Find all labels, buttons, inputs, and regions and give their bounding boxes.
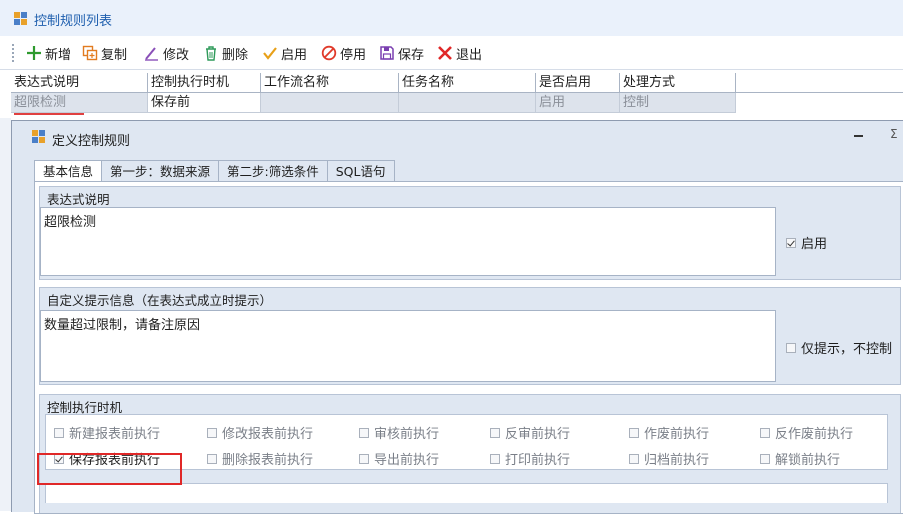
- toolbar: 新增 复制 修改 删除 启用 停用 保存 退出: [0, 36, 903, 70]
- left-edge: [0, 118, 11, 511]
- prompt-only-checkbox[interactable]: 仅提示，不控制: [786, 338, 892, 357]
- option-unaudit[interactable]: 反审前执行: [490, 423, 570, 442]
- option-unvoid[interactable]: 反作废前执行: [760, 423, 853, 442]
- delete-label: 删除: [222, 47, 249, 63]
- save-button[interactable]: 保存: [379, 44, 425, 63]
- disable-button[interactable]: 停用: [321, 44, 367, 63]
- column-header[interactable]: 是否启用: [536, 73, 620, 93]
- checkmark-icon: [263, 47, 277, 60]
- column-header[interactable]: 表达式说明: [11, 73, 148, 93]
- selection-underline: [14, 113, 84, 115]
- copy-icon: [82, 45, 98, 61]
- pencil-icon: [145, 47, 158, 61]
- delete-button[interactable]: 删除: [203, 44, 249, 63]
- floppy-disk-icon: [380, 46, 394, 60]
- exit-button[interactable]: 退出: [437, 44, 483, 63]
- app-icon: [14, 12, 28, 25]
- option-audit[interactable]: 审核前执行: [359, 423, 439, 442]
- prompt-input[interactable]: 数量超过限制，请备注原因: [40, 310, 776, 382]
- option-edit-report[interactable]: 修改报表前执行: [207, 423, 313, 442]
- column-header[interactable]: 任务名称: [399, 73, 536, 93]
- prohibited-icon: [321, 45, 337, 61]
- checkbox-box[interactable]: [786, 237, 796, 248]
- option-export[interactable]: 导出前执行: [359, 449, 439, 468]
- dialog-tabs: 基本信息 第一步：数据来源 第二步:筛选条件 SQL语句: [34, 160, 395, 182]
- option-print[interactable]: 打印前执行: [490, 449, 570, 468]
- copy-button[interactable]: 复制: [82, 44, 128, 63]
- tab-filter[interactable]: 第二步:筛选条件: [219, 160, 328, 182]
- highlight-annotation: [37, 453, 182, 485]
- trash-icon: [206, 46, 216, 61]
- enabled-checkbox[interactable]: 启用: [786, 233, 827, 252]
- checkbox-label: 启用: [801, 237, 828, 252]
- window-title: 控制规则列表: [34, 14, 113, 29]
- checkbox-box[interactable]: [786, 342, 796, 353]
- disable-label: 停用: [340, 47, 367, 63]
- table-cell[interactable]: 保存前: [148, 93, 261, 113]
- minimize-icon[interactable]: [854, 135, 863, 137]
- expression-section: 表达式说明 超限检测 启用: [39, 186, 901, 280]
- section-header: 自定义提示信息（在表达式成立时提示）: [47, 293, 273, 308]
- edit-label: 修改: [163, 47, 190, 63]
- edit-button[interactable]: 修改: [144, 44, 190, 63]
- close-icon: [438, 46, 452, 60]
- close-icon[interactable]: Σ: [890, 127, 898, 141]
- column-header[interactable]: 工作流名称: [261, 73, 399, 93]
- enable-button[interactable]: 启用: [262, 44, 308, 63]
- tab-basic-info[interactable]: 基本信息: [34, 160, 103, 182]
- toolbar-grip[interactable]: [12, 44, 16, 62]
- column-header[interactable]: 处理方式: [620, 73, 736, 93]
- table-cell[interactable]: [261, 93, 399, 113]
- save-label: 保存: [398, 47, 425, 63]
- table-cell[interactable]: 启用: [536, 93, 620, 113]
- table-cell[interactable]: 超限检测: [11, 93, 148, 113]
- column-header[interactable]: 控制执行时机: [148, 73, 261, 93]
- option-unlock[interactable]: 解锁前执行: [760, 449, 840, 468]
- section-header: 表达式说明: [47, 192, 110, 207]
- dialog-title: 定义控制规则: [52, 134, 131, 149]
- expression-input[interactable]: 超限检测: [40, 207, 776, 276]
- option-delete-report[interactable]: 删除报表前执行: [207, 449, 313, 468]
- option-new-report[interactable]: 新建报表前执行: [54, 423, 160, 442]
- option-archive[interactable]: 归档前执行: [629, 449, 709, 468]
- dialog-icon: [32, 130, 46, 143]
- table-cell[interactable]: 控制: [620, 93, 736, 113]
- plus-icon: [27, 46, 41, 60]
- main-window-titlebar: 控制规则列表: [0, 0, 903, 36]
- tab-data-source[interactable]: 第一步：数据来源: [102, 160, 220, 182]
- new-label: 新增: [45, 47, 72, 63]
- checkbox-label: 仅提示，不控制: [801, 342, 893, 357]
- next-section-stub: [45, 483, 888, 503]
- copy-label: 复制: [101, 47, 128, 63]
- enable-label: 启用: [281, 47, 308, 63]
- exit-label: 退出: [456, 47, 483, 63]
- new-button[interactable]: 新增: [26, 44, 72, 63]
- prompt-section: 自定义提示信息（在表达式成立时提示） 数量超过限制，请备注原因 仅提示，不控制: [39, 287, 901, 385]
- rules-grid: 表达式说明 控制执行时机 工作流名称 任务名称 是否启用 处理方式 超限检测 保…: [0, 69, 903, 117]
- table-cell[interactable]: [399, 93, 536, 113]
- option-void[interactable]: 作废前执行: [629, 423, 709, 442]
- tab-sql[interactable]: SQL语句: [327, 160, 395, 182]
- dialog-titlebar[interactable]: 定义控制规则 Σ: [12, 121, 903, 153]
- column-header-filler: [736, 73, 903, 93]
